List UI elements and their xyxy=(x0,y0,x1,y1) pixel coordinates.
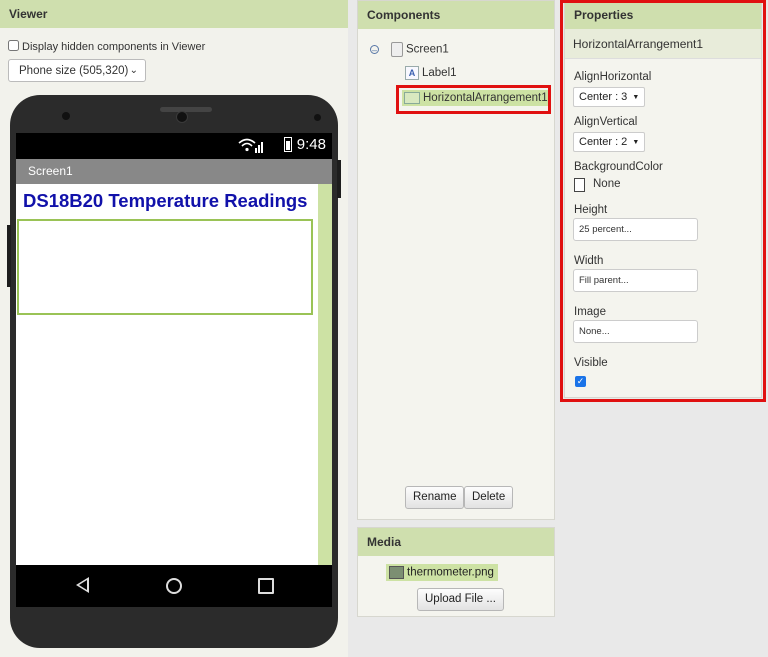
phone-dot xyxy=(314,114,321,121)
image-file-icon xyxy=(389,566,404,579)
visible-checkbox[interactable]: ✓ xyxy=(575,376,586,387)
phone-volume-button xyxy=(7,225,11,287)
tree-item-label1[interactable]: A Label1 xyxy=(405,66,457,80)
label-icon: A xyxy=(405,66,419,80)
delete-button[interactable]: Delete xyxy=(464,486,514,509)
screen-icon xyxy=(391,42,403,57)
phone-camera-icon xyxy=(62,112,70,120)
components-panel: Components – Screen1 A Label1 HorizontalAr… xyxy=(357,0,555,520)
navigation-bar xyxy=(16,565,332,607)
align-vertical-dropdown[interactable]: Center : 2 ▼ xyxy=(573,132,646,152)
background-color-label: BackgroundColor xyxy=(574,161,663,173)
align-vertical-label: AlignVertical xyxy=(574,116,638,128)
background-color-swatch[interactable] xyxy=(574,178,585,192)
display-hidden-components-checkbox[interactable]: Display hidden components in Viewer xyxy=(8,40,205,53)
home-icon xyxy=(166,578,182,594)
horizontal-arrangement-preview[interactable] xyxy=(17,219,313,315)
phone-mockup: 9:48 Screen1 DS18B20 Temperature Reading… xyxy=(7,95,341,648)
width-label: Width xyxy=(574,255,604,267)
media-file-name: thermometer.png xyxy=(407,566,494,579)
tree-item-label: Screen1 xyxy=(406,43,449,56)
align-horizontal-dropdown[interactable]: Center : 3 ▼ xyxy=(573,87,646,107)
align-horizontal-value: Center : 3 xyxy=(579,91,628,103)
media-panel: Media thermometer.png Upload File ... xyxy=(357,527,555,617)
screen-title-bar: Screen1 xyxy=(16,159,332,184)
viewer-panel: Viewer Display hidden components in View… xyxy=(0,0,348,657)
image-field[interactable]: None... xyxy=(573,320,698,343)
upload-file-button[interactable]: Upload File ... xyxy=(417,588,504,611)
phone-sensor xyxy=(176,111,188,123)
hidden-components-label: Display hidden components in Viewer xyxy=(22,41,206,53)
height-label: Height xyxy=(574,204,608,216)
recent-apps-icon xyxy=(258,578,274,594)
align-vertical-value: Center : 2 xyxy=(579,136,628,148)
phone-size-value: Phone size (505,320) xyxy=(19,65,129,77)
wifi-signal-icon xyxy=(238,138,263,153)
phone-power-button xyxy=(337,160,341,198)
tree-item-label: HorizontalArrangement1 xyxy=(423,92,548,105)
hidden-components-checkbox-input[interactable] xyxy=(8,40,19,51)
back-icon xyxy=(76,577,89,593)
properties-panel: Properties HorizontalArrangement1 AlignH… xyxy=(564,0,762,398)
phone-speaker xyxy=(160,107,212,112)
battery-icon xyxy=(284,137,292,152)
dropdown-arrow-icon: ▼ xyxy=(632,94,640,101)
height-field[interactable]: 25 percent... xyxy=(573,218,698,241)
tree-item-label: Label1 xyxy=(422,67,457,80)
chevron-down-icon: ⌄ xyxy=(129,65,138,76)
status-bar: 9:48 xyxy=(16,133,332,159)
collapse-toggle-icon[interactable]: – xyxy=(370,45,379,55)
visible-label: Visible xyxy=(574,357,608,369)
background-color-value[interactable]: None xyxy=(593,178,621,190)
rename-button[interactable]: Rename xyxy=(405,486,465,509)
image-label: Image xyxy=(574,306,606,318)
components-header: Components xyxy=(358,1,554,29)
selected-component-name: HorizontalArrangement1 xyxy=(565,29,761,59)
tree-item-screen1[interactable]: – Screen1 xyxy=(370,42,449,57)
media-file-item[interactable]: thermometer.png xyxy=(386,564,498,581)
media-header: Media xyxy=(358,528,554,556)
viewer-header: Viewer xyxy=(0,0,348,28)
align-horizontal-label: AlignHorizontal xyxy=(574,71,652,83)
horizontal-arrangement-icon xyxy=(404,92,420,104)
phone-size-select[interactable]: Phone size (505,320) ⌄ xyxy=(8,59,146,82)
screen-scrollbar[interactable] xyxy=(318,184,332,565)
status-time: 9:48 xyxy=(296,136,326,153)
phone-screen: DS18B20 Temperature Readings xyxy=(16,184,332,565)
width-field[interactable]: Fill parent... xyxy=(573,269,698,292)
tree-item-horizontalarrangement1[interactable]: HorizontalArrangement1 xyxy=(402,90,551,107)
label1-heading[interactable]: DS18B20 Temperature Readings xyxy=(23,190,307,212)
properties-header: Properties xyxy=(565,1,761,29)
dropdown-arrow-icon: ▼ xyxy=(632,139,640,146)
